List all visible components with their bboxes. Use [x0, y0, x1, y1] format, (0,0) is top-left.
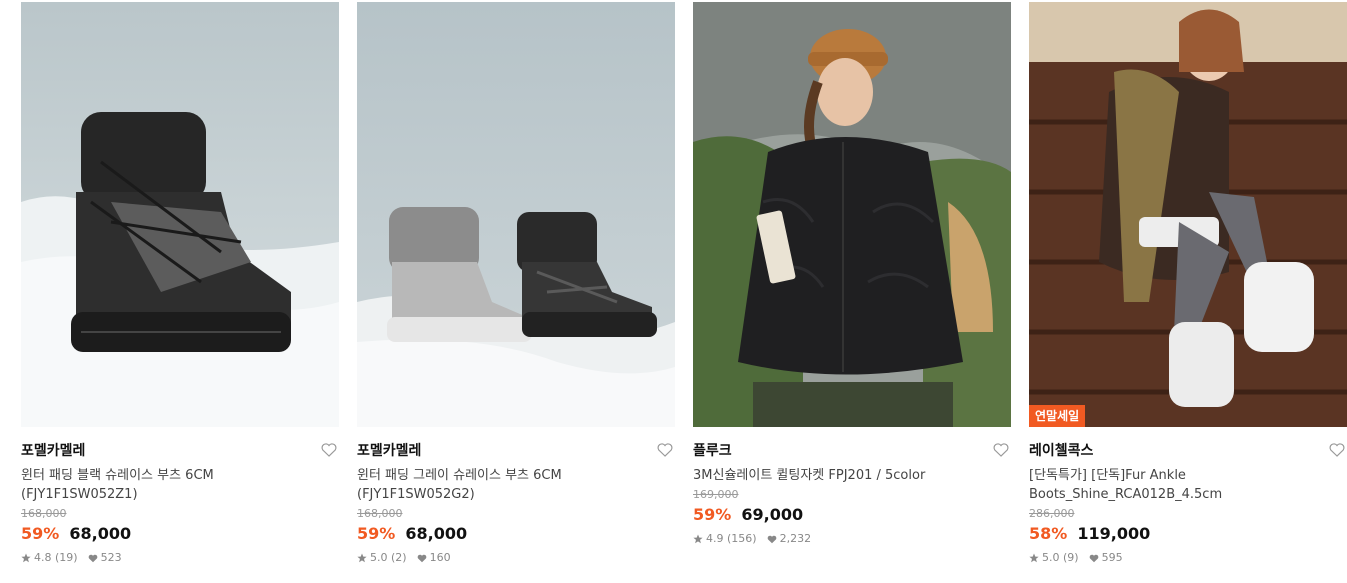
brand-name[interactable]: 플루크	[693, 443, 1011, 459]
quilted-jacket-photo	[693, 2, 1011, 427]
product-image[interactable]: 연말세일	[1029, 2, 1347, 427]
discount-rate: 59%	[693, 505, 732, 524]
star-icon	[357, 553, 367, 563]
original-price: 169,000	[693, 488, 739, 501]
rating: 5.0 (9)	[1042, 551, 1079, 564]
discount-rate: 58%	[1029, 524, 1068, 543]
product-image[interactable]	[357, 2, 675, 427]
product-card[interactable]: 포멜카멜레 윈터 패딩 그레이 슈레이스 부츠 6CM (FJY1F1SW052…	[357, 2, 675, 565]
product-name[interactable]: [단독특가] [단독]Fur Ankle Boots_Shine_RCA012B…	[1029, 466, 1347, 504]
brand-name[interactable]: 레이첼콕스	[1029, 443, 1347, 459]
sale-price: 69,000	[741, 505, 804, 524]
heart-filled-icon	[767, 535, 776, 543]
product-image[interactable]	[693, 2, 1011, 427]
sale-badge: 연말세일	[1029, 405, 1086, 427]
star-icon	[1029, 553, 1039, 563]
white-ankle-boots-photo	[1029, 2, 1347, 427]
original-price: 168,000	[357, 507, 403, 520]
sale-price: 68,000	[405, 524, 468, 543]
heart-outline-icon[interactable]	[657, 443, 673, 457]
heart-filled-icon	[88, 554, 97, 562]
like-count: 160	[429, 551, 451, 564]
like-count: 595	[1101, 551, 1123, 564]
discount-rate: 59%	[21, 524, 60, 543]
star-icon	[693, 534, 703, 544]
rating: 4.8 (19)	[34, 551, 78, 564]
like-count: 2,232	[779, 532, 812, 545]
heart-outline-icon[interactable]	[1329, 443, 1345, 457]
heart-filled-icon	[417, 554, 426, 562]
star-icon	[21, 553, 31, 563]
heart-outline-icon[interactable]	[321, 443, 337, 457]
heart-filled-icon	[1089, 554, 1098, 562]
sale-price: 68,000	[69, 524, 132, 543]
like-count: 523	[100, 551, 122, 564]
product-image[interactable]	[21, 2, 339, 427]
grey-black-boots-photo	[357, 2, 675, 427]
product-grid: 포멜카멜레 윈터 패딩 블랙 슈레이스 부츠 6CM (FJY1F1SW052Z…	[0, 0, 1347, 583]
heart-outline-icon[interactable]	[993, 443, 1009, 457]
product-card[interactable]: 플루크 3M신슐레이트 퀼팅자켓 FPJ201 / 5color 169,000…	[693, 2, 1011, 546]
product-name[interactable]: 윈터 패딩 그레이 슈레이스 부츠 6CM (FJY1F1SW052G2)	[357, 466, 675, 504]
black-boot-photo	[21, 2, 339, 427]
original-price: 286,000	[1029, 507, 1075, 520]
rating: 4.9 (156)	[706, 532, 757, 545]
product-card[interactable]: 포멜카멜레 윈터 패딩 블랙 슈레이스 부츠 6CM (FJY1F1SW052Z…	[21, 2, 339, 565]
rating: 5.0 (2)	[370, 551, 407, 564]
sale-price: 119,000	[1077, 524, 1151, 543]
product-name[interactable]: 윈터 패딩 블랙 슈레이스 부츠 6CM (FJY1F1SW052Z1)	[21, 466, 339, 504]
brand-name[interactable]: 포멜카멜레	[357, 443, 675, 459]
product-card[interactable]: 연말세일 레이첼콕스 [단독특가] [단독]Fur Ankle Boots_Sh…	[1029, 2, 1347, 565]
product-name[interactable]: 3M신슐레이트 퀼팅자켓 FPJ201 / 5color	[693, 466, 1011, 485]
discount-rate: 59%	[357, 524, 396, 543]
brand-name[interactable]: 포멜카멜레	[21, 443, 339, 459]
original-price: 168,000	[21, 507, 67, 520]
